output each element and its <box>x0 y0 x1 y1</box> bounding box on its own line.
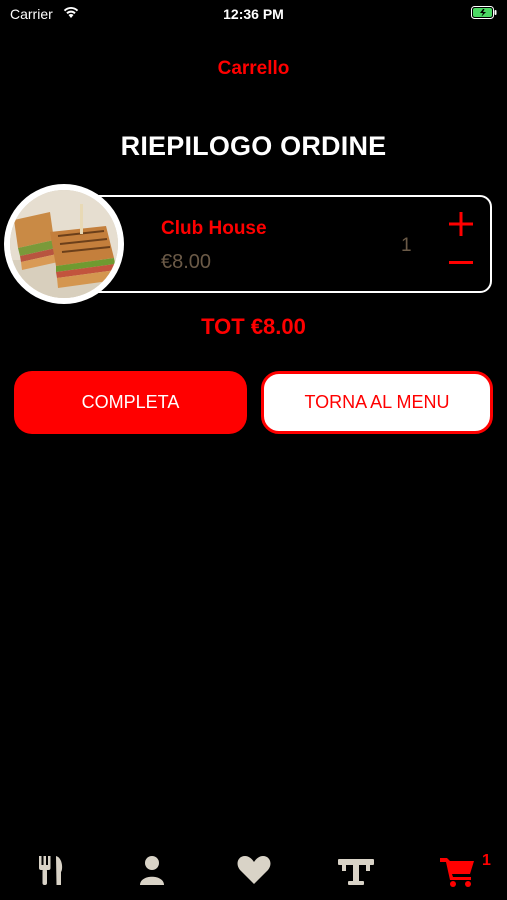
complete-button[interactable]: COMPLETA <box>14 371 247 434</box>
status-bar: Carrier 12:36 PM <box>0 0 507 28</box>
minus-icon[interactable] <box>446 250 476 274</box>
battery-icon <box>471 6 497 19</box>
user-icon[interactable] <box>132 852 172 888</box>
back-to-menu-label: TORNA AL MENU <box>304 392 450 412</box>
page-title: RIEPILOGO ORDINE <box>120 131 387 161</box>
cart-item-card <box>62 195 492 293</box>
nav-title: Carrello <box>217 58 290 79</box>
heart-icon[interactable] <box>234 852 274 888</box>
item-price: €8.00 <box>161 251 212 273</box>
sandwich-image <box>10 190 118 298</box>
plus-icon[interactable] <box>446 209 476 239</box>
order-total: TOT €8.00 <box>201 314 306 339</box>
item-quantity: 1 <box>401 235 412 256</box>
fork-knife-icon[interactable] <box>32 852 72 888</box>
table-icon[interactable] <box>336 852 376 888</box>
item-name: Club House <box>161 218 267 239</box>
clock: 12:36 PM <box>223 6 284 22</box>
cart-icon[interactable] <box>438 852 478 888</box>
tab-bar <box>0 840 507 900</box>
cart-badge: 1 <box>482 852 491 869</box>
back-to-menu-button[interactable]: TORNA AL MENU <box>261 371 493 434</box>
product-image <box>4 184 124 304</box>
complete-button-label: COMPLETA <box>81 392 180 412</box>
